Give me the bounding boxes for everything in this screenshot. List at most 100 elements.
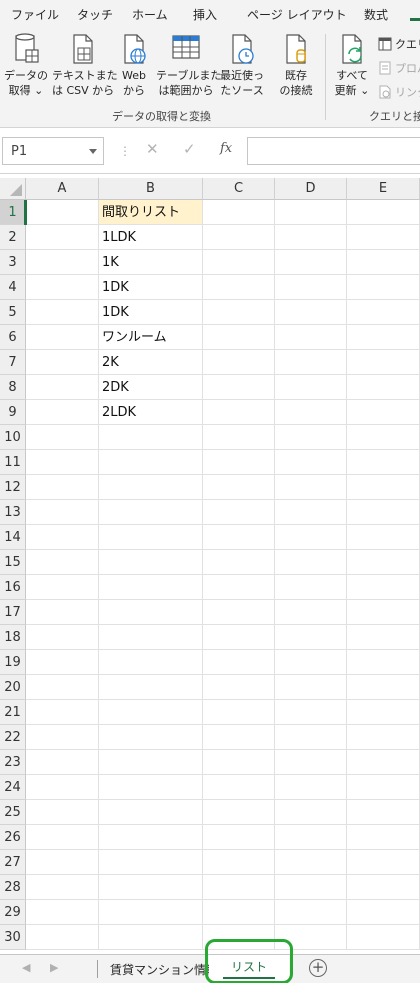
- cell[interactable]: [99, 925, 203, 950]
- cell[interactable]: [347, 850, 420, 875]
- row-header[interactable]: 20: [0, 675, 26, 700]
- cell[interactable]: [275, 900, 347, 925]
- cell[interactable]: [275, 650, 347, 675]
- cell[interactable]: [26, 250, 99, 275]
- formula-input[interactable]: [247, 137, 420, 165]
- column-header-b[interactable]: B: [99, 178, 203, 200]
- cell[interactable]: [26, 700, 99, 725]
- cell[interactable]: [26, 750, 99, 775]
- row-header[interactable]: 23: [0, 750, 26, 775]
- from-text-csv-button[interactable]: テキストまた は CSV から: [52, 32, 118, 98]
- row-header[interactable]: 26: [0, 825, 26, 850]
- row-header[interactable]: 27: [0, 850, 26, 875]
- cell[interactable]: [347, 225, 420, 250]
- cell[interactable]: [203, 625, 275, 650]
- cell[interactable]: [26, 775, 99, 800]
- cell[interactable]: [275, 400, 347, 425]
- row-header[interactable]: 4: [0, 275, 26, 300]
- cell[interactable]: [275, 850, 347, 875]
- cell[interactable]: [275, 825, 347, 850]
- cell[interactable]: [26, 575, 99, 600]
- tab-touch[interactable]: タッチ: [77, 6, 113, 23]
- cell[interactable]: [203, 600, 275, 625]
- cell[interactable]: [26, 275, 99, 300]
- cell[interactable]: [275, 525, 347, 550]
- cell[interactable]: [347, 250, 420, 275]
- cell[interactable]: [347, 875, 420, 900]
- row-header[interactable]: 9: [0, 400, 26, 425]
- chevron-down-icon[interactable]: [89, 149, 97, 154]
- queries-button[interactable]: クエリ: [378, 36, 420, 52]
- cell[interactable]: [203, 475, 275, 500]
- cell[interactable]: [347, 450, 420, 475]
- cell[interactable]: [275, 725, 347, 750]
- cell[interactable]: [26, 925, 99, 950]
- cell[interactable]: [99, 425, 203, 450]
- row-header[interactable]: 5: [0, 300, 26, 325]
- existing-connections-button[interactable]: 既存 の接続: [276, 32, 316, 98]
- cell[interactable]: [203, 250, 275, 275]
- tab-page-layout[interactable]: ページ レイアウト: [247, 6, 347, 23]
- cell[interactable]: [26, 725, 99, 750]
- cell[interactable]: [26, 525, 99, 550]
- row-header[interactable]: 2: [0, 225, 26, 250]
- cell[interactable]: [275, 550, 347, 575]
- cell[interactable]: [26, 500, 99, 525]
- cell[interactable]: [203, 650, 275, 675]
- cell[interactable]: [26, 350, 99, 375]
- cell[interactable]: [275, 425, 347, 450]
- cell[interactable]: [203, 275, 275, 300]
- cell[interactable]: [26, 875, 99, 900]
- properties-button[interactable]: プロパ: [378, 60, 420, 76]
- insert-function-icon[interactable]: fx: [220, 141, 232, 156]
- cell[interactable]: [203, 375, 275, 400]
- cell[interactable]: [347, 425, 420, 450]
- cell[interactable]: [203, 675, 275, 700]
- cell[interactable]: [275, 350, 347, 375]
- row-header[interactable]: 16: [0, 575, 26, 600]
- cell[interactable]: [347, 775, 420, 800]
- cell[interactable]: [347, 600, 420, 625]
- cell[interactable]: [275, 750, 347, 775]
- row-header[interactable]: 11: [0, 450, 26, 475]
- cell[interactable]: [275, 675, 347, 700]
- cell[interactable]: [99, 675, 203, 700]
- cell[interactable]: [275, 800, 347, 825]
- cell[interactable]: [347, 200, 420, 225]
- tab-file[interactable]: ファイル: [11, 6, 59, 23]
- enter-icon[interactable]: ✓: [183, 140, 196, 158]
- from-table-button[interactable]: テーブルまた は範囲から: [156, 32, 221, 98]
- cell[interactable]: [347, 475, 420, 500]
- add-sheet-icon[interactable]: +: [309, 959, 327, 977]
- tab-home[interactable]: ホーム: [132, 6, 168, 23]
- cell[interactable]: [275, 250, 347, 275]
- cell[interactable]: [26, 425, 99, 450]
- cell[interactable]: [203, 200, 275, 225]
- row-header[interactable]: 19: [0, 650, 26, 675]
- cell[interactable]: [203, 325, 275, 350]
- cell[interactable]: [26, 400, 99, 425]
- row-header[interactable]: 10: [0, 425, 26, 450]
- cell[interactable]: [275, 875, 347, 900]
- cell[interactable]: [26, 475, 99, 500]
- cell[interactable]: [26, 675, 99, 700]
- cell[interactable]: [26, 325, 99, 350]
- cell[interactable]: [275, 700, 347, 725]
- cell[interactable]: [275, 225, 347, 250]
- cell[interactable]: [26, 300, 99, 325]
- cell[interactable]: 1K: [99, 250, 203, 275]
- row-header[interactable]: 14: [0, 525, 26, 550]
- cell[interactable]: [203, 850, 275, 875]
- cell[interactable]: [347, 675, 420, 700]
- cell[interactable]: [26, 650, 99, 675]
- prev-sheet-icon[interactable]: ◀: [22, 961, 30, 974]
- column-header-c[interactable]: C: [203, 178, 275, 200]
- cell[interactable]: [203, 875, 275, 900]
- cell[interactable]: [203, 300, 275, 325]
- cell[interactable]: [26, 900, 99, 925]
- cell[interactable]: [99, 900, 203, 925]
- cell[interactable]: [203, 700, 275, 725]
- cell[interactable]: [26, 625, 99, 650]
- cancel-icon[interactable]: ✕: [146, 140, 159, 158]
- tab-formulas[interactable]: 数式: [364, 6, 388, 23]
